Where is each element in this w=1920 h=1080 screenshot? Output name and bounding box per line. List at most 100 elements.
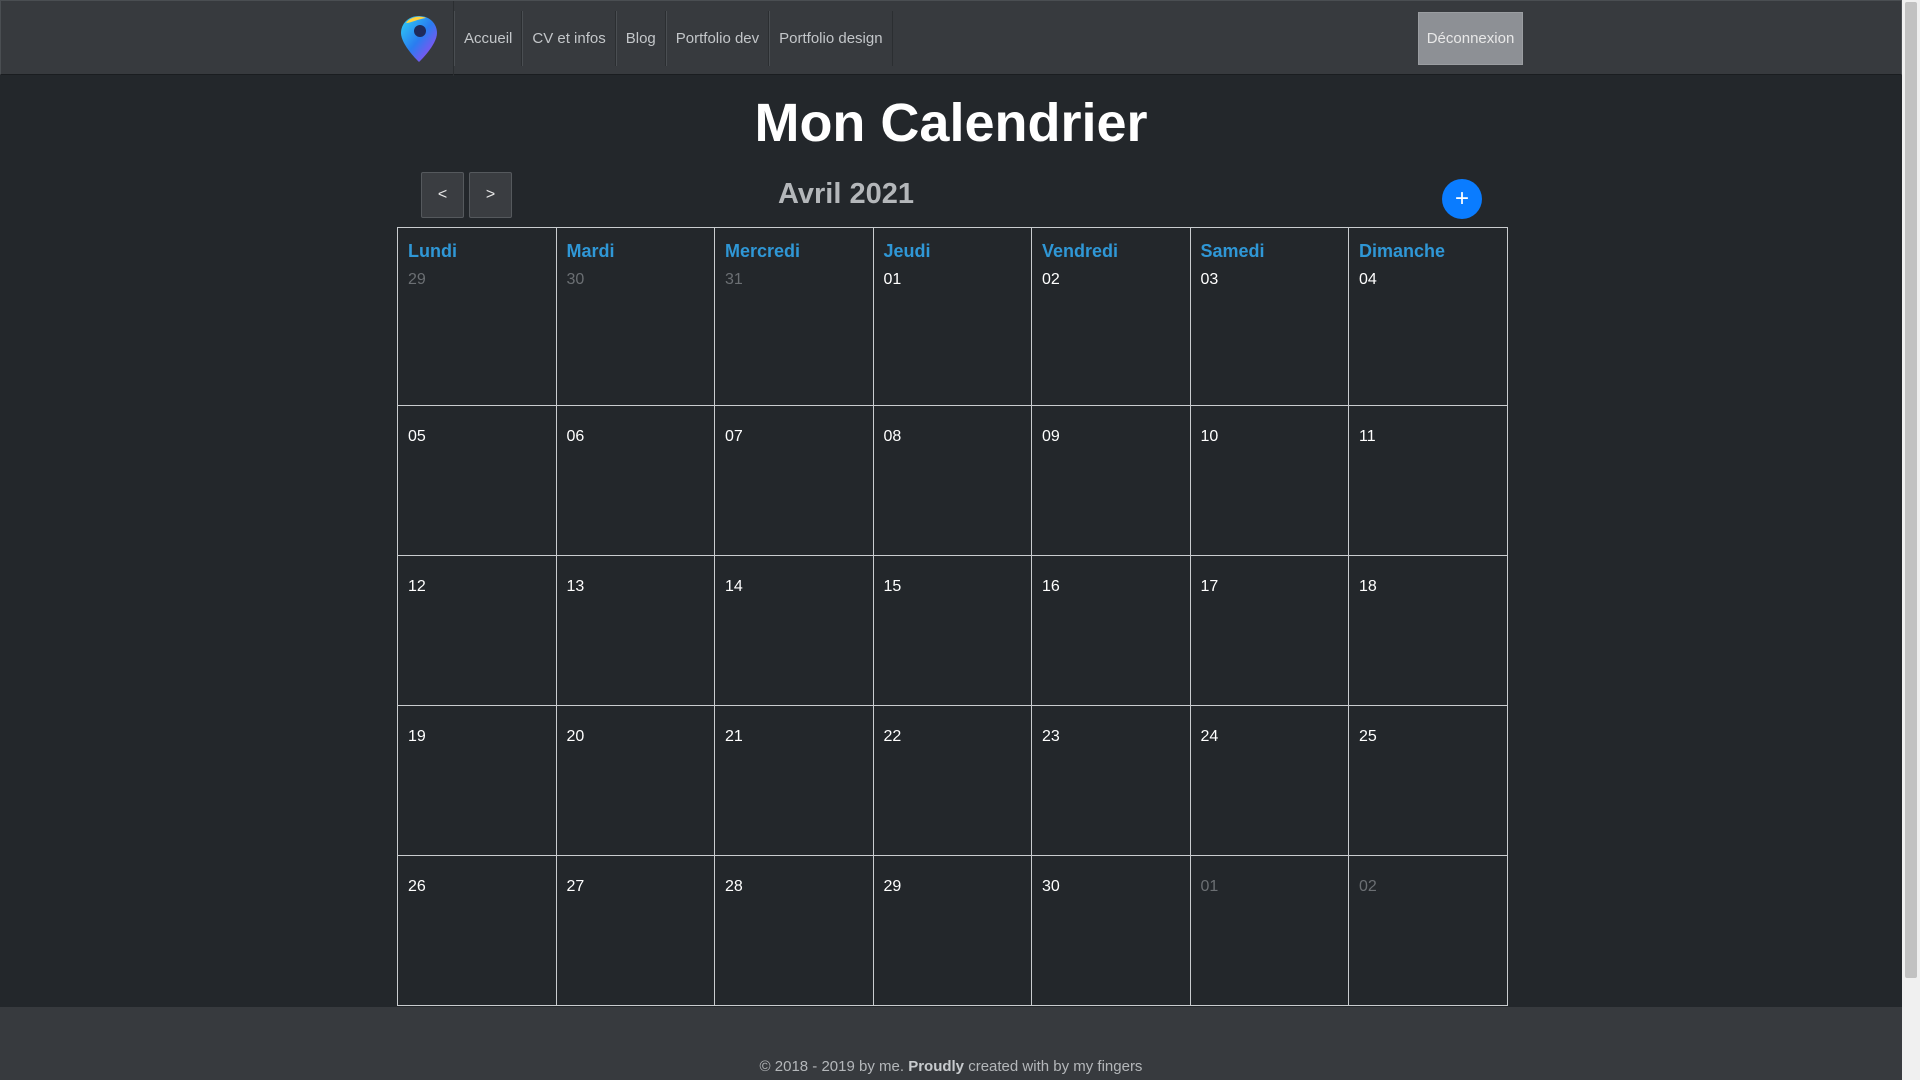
calendar-day-cell[interactable]: 23 [1031,705,1191,856]
day-number: 28 [725,878,743,895]
day-number: 24 [1200,728,1219,745]
calendar-day-cell[interactable]: 12 [397,555,557,706]
calendar-week-row: 12 13 14 15 16 17 18 [397,555,1508,706]
calendar-week-row: 05 06 07 08 09 10 11 [397,405,1508,556]
calendar-day-cell[interactable]: 22 [872,705,1032,856]
scrollbar-thumb[interactable] [1905,2,1917,978]
day-number: 09 [1042,428,1060,445]
weekday-label: Jeudi [883,241,931,261]
calendar-day-cell[interactable]: 15 [872,555,1032,706]
calendar-day-cell[interactable]: 05 [397,405,557,556]
month-label: Avril 2021 [778,178,914,210]
calendar-day-cell[interactable]: 11 [1348,405,1508,556]
calendar-day-cell[interactable]: 06 [555,405,715,556]
day-number: 14 [725,578,743,595]
calendar-week-row: Lundi 29 Mardi 30 Mercredi 31 Jeudi 01 Vendredi 0… [397,227,1508,406]
calendar-day-cell[interactable]: 19 [397,705,557,856]
calendar-day-cell[interactable]: Lundi 29 [397,227,557,406]
day-number: 27 [566,878,585,895]
calendar-day-cell[interactable]: 02 [1348,855,1508,1006]
nav-link-portfolio-dev[interactable]: Portfolio dev [665,11,770,66]
calendar-grid: Lundi 29 Mardi 30 Mercredi 31 Jeudi 01 Vendredi 0… [397,227,1508,1006]
calendar-day-cell[interactable]: 13 [555,555,715,706]
weekday-label: Vendredi [1042,241,1119,261]
footer-suffix: created with by my fingers [964,1058,1143,1075]
calendar-day-cell[interactable]: 30 [1031,855,1191,1006]
prev-month-button[interactable]: < [421,172,464,218]
nav-links: Accueil CV et infos Blog Portfolio dev P… [396,1,893,76]
day-number: 01 [883,271,902,288]
day-number: 26 [408,878,426,895]
calendar-day-cell[interactable]: 29 [872,855,1032,1006]
day-number-other-month: 01 [1200,878,1219,895]
calendar-day-cell[interactable]: Jeudi 01 [872,227,1032,406]
weekday-label: Lundi [408,241,457,261]
calendar-day-cell[interactable]: 26 [397,855,557,1006]
calendar-day-cell[interactable]: 07 [714,405,874,556]
day-number: 25 [1359,728,1377,745]
day-number-other-month: 31 [725,271,743,288]
day-number: 10 [1200,428,1219,445]
day-number: 11 [1359,428,1376,445]
day-number: 04 [1359,271,1377,288]
nav-link-accueil[interactable]: Accueil [454,11,523,66]
calendar-day-cell[interactable]: 01 [1189,855,1349,1006]
day-number: 18 [1359,578,1377,595]
footer-bold: Proudly [908,1058,965,1075]
calendar-day-cell[interactable]: Dimanche 04 [1348,227,1508,406]
day-number: 19 [408,728,426,745]
weekday-label: Dimanche [1359,241,1446,261]
calendar-day-cell[interactable]: 25 [1348,705,1508,856]
nav-link-portfolio-design[interactable]: Portfolio design [769,11,893,66]
page-scrollbar[interactable] [1902,0,1920,1080]
weekday-label: Mercredi [725,241,801,261]
calendar-day-cell[interactable]: Mercredi 31 [714,227,874,406]
page-title: Mon Calendrier [754,93,1148,153]
calendar-day-cell[interactable]: 18 [1348,555,1508,706]
calendar-day-cell[interactable]: 27 [555,855,715,1006]
day-number-other-month: 29 [408,271,426,288]
calendar-day-cell[interactable]: 10 [1189,405,1349,556]
day-number: 30 [1042,878,1060,895]
calendar-day-cell[interactable]: 20 [555,705,715,856]
calendar-day-cell[interactable]: 09 [1031,405,1191,556]
day-number-other-month: 30 [566,271,585,288]
calendar-day-cell[interactable]: Samedi 03 [1189,227,1349,406]
logout-button[interactable]: Déconnexion [1418,12,1523,65]
add-event-button[interactable]: + [1442,179,1482,219]
calendar-day-cell[interactable]: 08 [872,405,1032,556]
next-month-button[interactable]: > [469,172,512,218]
footer-text: © 2018 - 2019 by me. Proudly created wit… [0,1058,1902,1075]
day-number: 07 [725,428,743,445]
day-number: 02 [1042,271,1060,288]
top-navbar: Accueil CV et infos Blog Portfolio dev P… [0,0,1902,76]
nav-link-cv[interactable]: CV et infos [522,11,616,66]
calendar-week-row: 26 27 28 29 30 01 02 [397,855,1508,1006]
day-number: 15 [883,578,902,595]
day-number: 12 [408,578,426,595]
calendar-day-cell[interactable]: 16 [1031,555,1191,706]
calendar-day-cell[interactable]: 24 [1189,705,1349,856]
day-number: 13 [566,578,585,595]
day-number-other-month: 02 [1359,878,1377,895]
nav-link-blog[interactable]: Blog [615,11,666,66]
calendar-day-cell[interactable]: Vendredi 02 [1031,227,1191,406]
calendar-day-cell[interactable]: 21 [714,705,874,856]
calendar-week-row: 19 20 21 22 23 24 25 [397,705,1508,856]
calendar-day-cell[interactable]: 28 [714,855,874,1006]
day-number: 21 [725,728,743,745]
day-number: 17 [1200,578,1219,595]
day-number: 22 [883,728,902,745]
calendar-day-cell[interactable]: 14 [714,555,874,706]
day-number: 16 [1042,578,1060,595]
day-number: 23 [1042,728,1060,745]
day-number: 03 [1200,271,1219,288]
calendar-day-cell[interactable]: 17 [1189,555,1349,706]
day-number: 08 [883,428,902,445]
calendar-day-cell[interactable]: Mardi 30 [555,227,715,406]
weekday-label: Mardi [566,241,615,261]
day-number: 05 [408,428,426,445]
day-number: 20 [566,728,585,745]
day-number: 29 [883,878,902,895]
logo-icon[interactable] [396,1,454,76]
